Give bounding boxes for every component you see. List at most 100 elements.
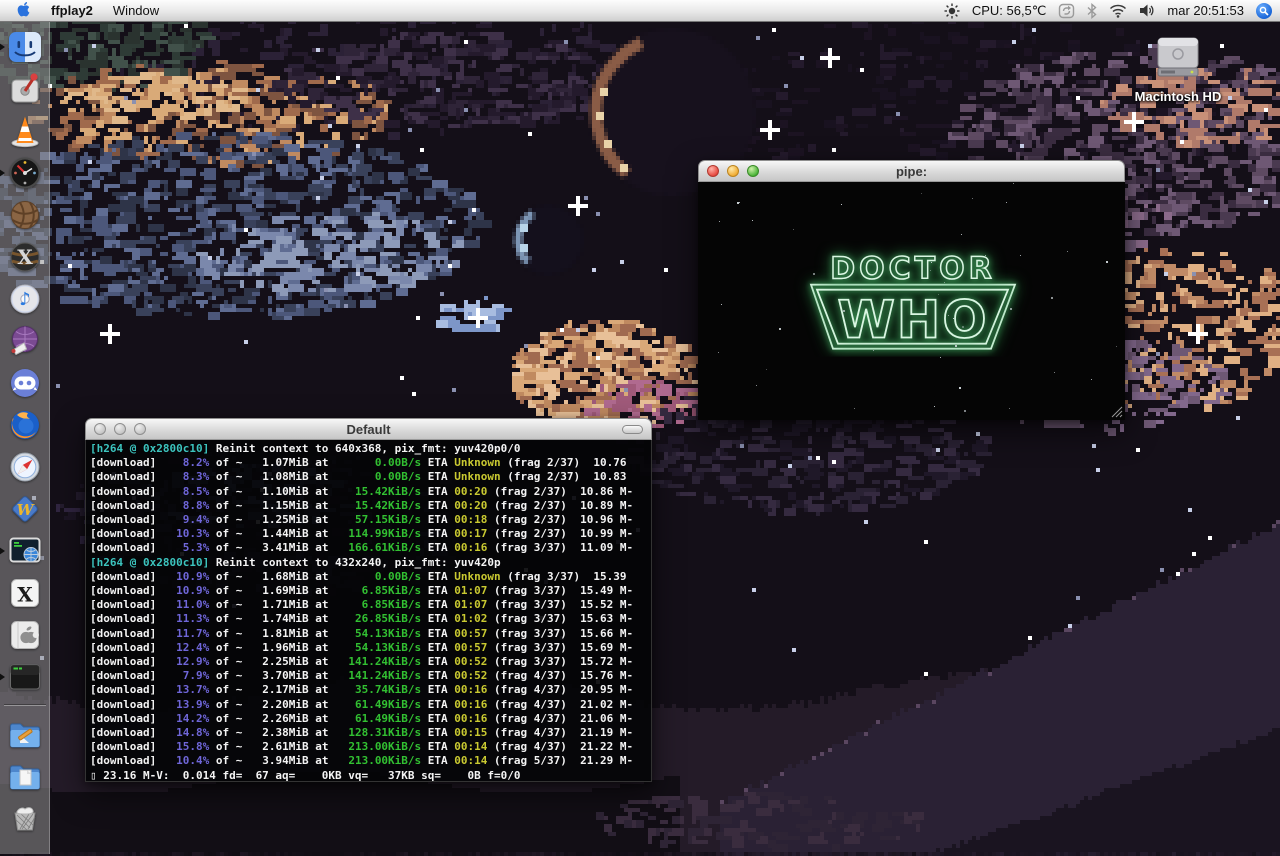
svg-text:♪: ♪ — [19, 289, 31, 310]
video-star — [766, 369, 767, 370]
dock-itunes-icon[interactable]: ♪ — [6, 280, 44, 318]
dock-discord-icon[interactable] — [6, 364, 44, 402]
minimize-button[interactable] — [114, 423, 126, 435]
dock-network-terminal-icon[interactable] — [0, 532, 44, 570]
terminal-line: [download] 11.0% of ~ 1.71MiB at 6.85KiB… — [90, 598, 634, 612]
dock-w-app-icon[interactable]: W — [6, 490, 44, 528]
terminal-line: [download] 13.9% of ~ 2.20MiB at 61.49Ki… — [90, 697, 634, 711]
dock-x11-icon[interactable]: X — [6, 574, 44, 612]
video-star — [955, 345, 957, 347]
dock-finder-icon[interactable] — [0, 28, 44, 66]
spotlight-icon[interactable] — [1256, 2, 1272, 19]
running-indicator — [0, 169, 5, 177]
video-star — [959, 387, 961, 389]
hd-label: Macintosh HD — [1134, 89, 1222, 104]
video-star — [985, 255, 986, 256]
terminal-line: [download] 9.4% of ~ 1.25MiB at 57.15KiB… — [90, 513, 634, 527]
resize-grip[interactable] — [1110, 405, 1123, 418]
terminal-line: [download] 13.7% of ~ 2.17MiB at 35.74Ki… — [90, 683, 634, 697]
terminal-line: ▯ 23.16 M-V: 0.014 fd= 67 aq= 0KB vq= 37… — [90, 768, 521, 782]
close-button[interactable] — [707, 165, 719, 177]
dock-terminal-icon[interactable] — [0, 658, 44, 696]
video-star — [1051, 297, 1053, 299]
menu-clock[interactable]: mar 20:51:53 — [1167, 3, 1244, 18]
menu-window[interactable]: Window — [113, 3, 159, 18]
dock-documents-folder-icon[interactable] — [6, 756, 44, 794]
video-star — [920, 322, 921, 323]
video-star — [972, 198, 973, 199]
terminal-line: [download] 12.4% of ~ 1.96MiB at 54.13Ki… — [90, 640, 634, 654]
terminal-line: [download] 11.7% of ~ 1.81MiB at 54.13Ki… — [90, 626, 634, 640]
hard-drive-icon — [1157, 37, 1199, 77]
video-star — [843, 310, 845, 312]
video-star — [1009, 408, 1010, 409]
terminal-line: [download] 7.9% of ~ 3.70MiB at 141.24Ki… — [90, 669, 634, 683]
macintosh-hd-icon[interactable]: Macintosh HD — [1118, 32, 1238, 104]
svg-text:WHO: WHO — [837, 291, 988, 351]
brightness-icon[interactable] — [944, 2, 960, 20]
terminal-line: [h264 @ 0x2800c10] Reinit context to 640… — [90, 442, 521, 455]
terminal-line: [download] 5.3% of ~ 3.41MiB at 166.61Ki… — [90, 541, 634, 555]
terminal-line: [download] 8.3% of ~ 1.08MiB at 0.00B/s … — [90, 470, 627, 484]
svg-text:X: X — [17, 583, 33, 607]
dock-lever-app-icon[interactable] — [6, 70, 44, 108]
toolbar-pill-button[interactable] — [622, 425, 643, 434]
video-star — [813, 273, 815, 275]
terminal-line: [download] 10.9% of ~ 1.69MiB at 6.85KiB… — [90, 584, 634, 598]
video-display[interactable]: DOCTOR WHO — [698, 182, 1125, 420]
dock-vlc-icon[interactable] — [6, 112, 44, 150]
terminal-titlebar[interactable]: Default — [85, 418, 652, 440]
video-star — [1006, 202, 1007, 203]
minimize-button[interactable] — [727, 165, 739, 177]
video-star — [861, 289, 862, 290]
close-button[interactable] — [94, 423, 106, 435]
video-star — [719, 221, 720, 222]
terminal-title: Default — [346, 421, 391, 437]
video-star — [953, 318, 954, 319]
dock-purple-globe-icon[interactable] — [6, 322, 44, 360]
video-star — [874, 337, 875, 338]
running-indicator — [0, 43, 5, 51]
dock-wicker-ball-icon[interactable] — [6, 196, 44, 234]
wifi-icon[interactable] — [1109, 2, 1127, 20]
dock-trash-icon[interactable] — [6, 798, 44, 836]
terminal-output: [h264 @ 0x2800c10] Reinit context to 640… — [85, 440, 652, 782]
video-star — [934, 406, 935, 407]
zoom-button[interactable] — [134, 423, 146, 435]
volume-icon[interactable] — [1139, 2, 1155, 20]
dock-separator — [3, 704, 46, 706]
terminal-line: [download] 14.8% of ~ 2.38MiB at 128.31K… — [90, 726, 634, 740]
dock-osx-tiger-x-icon[interactable]: X — [6, 238, 44, 276]
dock-applications-folder-icon[interactable] — [6, 714, 44, 752]
video-star — [992, 327, 993, 328]
video-star — [737, 202, 739, 204]
dock-apple-utility-icon[interactable] — [6, 616, 44, 654]
video-star — [1013, 183, 1014, 184]
video-star — [962, 326, 964, 328]
terminal-line: [download] 8.2% of ~ 1.07MiB at 0.00B/s … — [90, 456, 627, 470]
terminal-line: [download] 8.8% of ~ 1.15MiB at 15.42KiB… — [90, 498, 634, 512]
video-window: pipe: DOCTOR WHO — [698, 160, 1125, 420]
video-titlebar[interactable]: pipe: — [698, 160, 1125, 182]
dock-safari-icon[interactable] — [6, 448, 44, 486]
terminal-line: [download] 8.5% of ~ 1.10MiB at 15.42KiB… — [90, 484, 634, 498]
video-star — [841, 204, 842, 205]
apple-menu-icon[interactable] — [16, 2, 31, 20]
terminal-line: [download] 12.9% of ~ 2.25MiB at 141.24K… — [90, 655, 634, 669]
zoom-button[interactable] — [747, 165, 759, 177]
video-star — [1020, 255, 1021, 256]
doctor-who-logo: DOCTOR WHO — [809, 251, 1016, 352]
menu-app-name[interactable]: ffplay2 — [51, 3, 93, 18]
video-star — [1067, 251, 1068, 252]
video-star — [948, 315, 949, 316]
sync-icon[interactable] — [1058, 2, 1075, 20]
video-star — [964, 410, 966, 412]
dock-gauge-monitor-icon[interactable] — [0, 154, 44, 192]
video-star — [1054, 372, 1055, 373]
video-star — [793, 229, 794, 230]
dock-firefox-icon[interactable] — [6, 406, 44, 444]
terminal-line: [download] 11.3% of ~ 1.74MiB at 26.85Ki… — [90, 612, 634, 626]
bluetooth-icon[interactable] — [1087, 2, 1097, 20]
cpu-temp[interactable]: CPU: 56,5℃ — [972, 3, 1047, 19]
video-star — [944, 282, 945, 283]
